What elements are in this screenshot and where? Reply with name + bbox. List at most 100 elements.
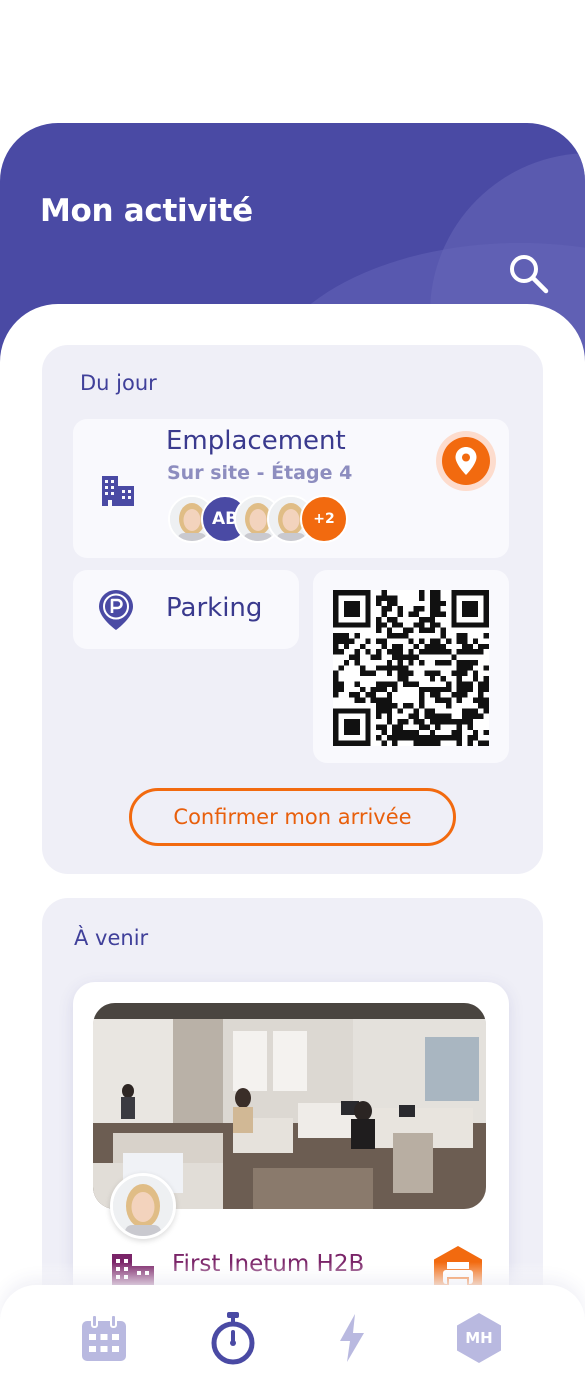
qr-module bbox=[381, 638, 387, 644]
qr-module bbox=[381, 643, 387, 650]
qr-module bbox=[424, 649, 430, 655]
qr-module bbox=[462, 713, 468, 720]
qr-module bbox=[483, 595, 489, 601]
qr-module bbox=[402, 681, 409, 687]
qr-module bbox=[408, 627, 414, 634]
qr-module bbox=[435, 670, 441, 677]
qr-module bbox=[333, 633, 339, 639]
qr-module bbox=[451, 719, 457, 725]
location-pin-button[interactable] bbox=[436, 431, 496, 491]
qr-module bbox=[397, 735, 403, 741]
qr-module bbox=[462, 670, 468, 677]
qr-module bbox=[419, 638, 425, 644]
qr-module bbox=[440, 697, 446, 703]
profile-avatar[interactable]: MH bbox=[452, 1311, 506, 1365]
qr-module bbox=[370, 654, 377, 660]
qr-module bbox=[451, 606, 457, 612]
qr-module bbox=[408, 702, 414, 709]
qr-module bbox=[343, 659, 350, 666]
qr-module bbox=[435, 713, 441, 720]
qr-module bbox=[349, 719, 355, 725]
qr-module bbox=[456, 676, 463, 682]
qr-module bbox=[478, 702, 484, 709]
qr-module bbox=[359, 643, 366, 650]
qr-module bbox=[354, 606, 360, 612]
qr-module bbox=[386, 627, 393, 634]
qr-module bbox=[386, 595, 393, 601]
calendar-icon[interactable] bbox=[80, 1313, 128, 1363]
qr-module bbox=[392, 649, 398, 655]
qr-module bbox=[408, 638, 414, 644]
qr-module bbox=[451, 654, 457, 660]
qr-module bbox=[359, 665, 366, 671]
qr-module bbox=[365, 622, 371, 628]
qr-module bbox=[392, 702, 398, 709]
qr-module bbox=[397, 649, 403, 655]
qr-module bbox=[392, 633, 398, 639]
qr-module bbox=[483, 686, 489, 693]
qr-module bbox=[419, 702, 425, 709]
profile-initials: MH bbox=[465, 1329, 493, 1347]
qr-module bbox=[462, 611, 468, 617]
qr-module bbox=[424, 670, 430, 677]
qr-module bbox=[472, 622, 479, 628]
qr-module bbox=[429, 692, 436, 698]
qr-module bbox=[354, 659, 360, 666]
qr-module bbox=[359, 622, 366, 628]
qr-module bbox=[429, 670, 436, 677]
qr-module bbox=[467, 643, 473, 650]
qr-module bbox=[365, 713, 371, 720]
qr-module bbox=[419, 735, 425, 741]
stopwatch-icon[interactable] bbox=[210, 1311, 256, 1365]
lightning-icon[interactable] bbox=[337, 1313, 367, 1363]
qr-module bbox=[456, 692, 463, 698]
qr-module bbox=[333, 616, 339, 623]
qr-module bbox=[376, 638, 382, 644]
qr-module bbox=[370, 686, 377, 693]
qr-module bbox=[467, 686, 473, 693]
qr-module bbox=[467, 622, 473, 628]
qr-module bbox=[451, 735, 457, 741]
qr-module bbox=[408, 729, 414, 736]
qr-module bbox=[478, 649, 484, 655]
qr-module bbox=[333, 611, 339, 617]
qr-module bbox=[392, 600, 398, 607]
qr-module bbox=[413, 606, 420, 612]
qr-module bbox=[392, 654, 398, 660]
qr-code[interactable] bbox=[333, 590, 489, 746]
qr-module bbox=[376, 708, 382, 714]
qr-module bbox=[419, 627, 425, 634]
qr-module bbox=[440, 643, 446, 650]
qr-module bbox=[365, 616, 371, 623]
qr-module bbox=[419, 697, 425, 703]
qr-module bbox=[333, 649, 339, 655]
qr-module bbox=[386, 659, 393, 666]
qr-module bbox=[333, 686, 339, 693]
qr-module bbox=[343, 600, 350, 607]
qr-module bbox=[354, 681, 360, 687]
qr-module bbox=[445, 649, 452, 655]
qr-module bbox=[483, 702, 489, 709]
qr-module bbox=[419, 740, 425, 746]
qr-module bbox=[381, 590, 387, 596]
parking-label: Parking bbox=[166, 593, 263, 623]
qr-module bbox=[333, 729, 339, 736]
qr-module bbox=[354, 719, 360, 725]
qr-module bbox=[354, 611, 360, 617]
qr-module bbox=[343, 638, 350, 644]
confirm-arrival-button[interactable]: Confirmer mon arrivée bbox=[129, 788, 456, 846]
qr-module bbox=[365, 724, 371, 730]
qr-module bbox=[429, 676, 436, 682]
qr-module bbox=[359, 708, 366, 714]
qr-module bbox=[376, 697, 382, 703]
qr-module bbox=[397, 676, 403, 682]
qr-module bbox=[462, 633, 468, 639]
qr-module bbox=[386, 681, 393, 687]
qr-module bbox=[456, 686, 463, 693]
qr-module bbox=[397, 719, 403, 725]
qr-module bbox=[435, 724, 441, 730]
qr-module bbox=[429, 643, 436, 650]
qr-module bbox=[483, 600, 489, 607]
search-icon[interactable] bbox=[506, 251, 550, 295]
qr-module bbox=[424, 724, 430, 730]
